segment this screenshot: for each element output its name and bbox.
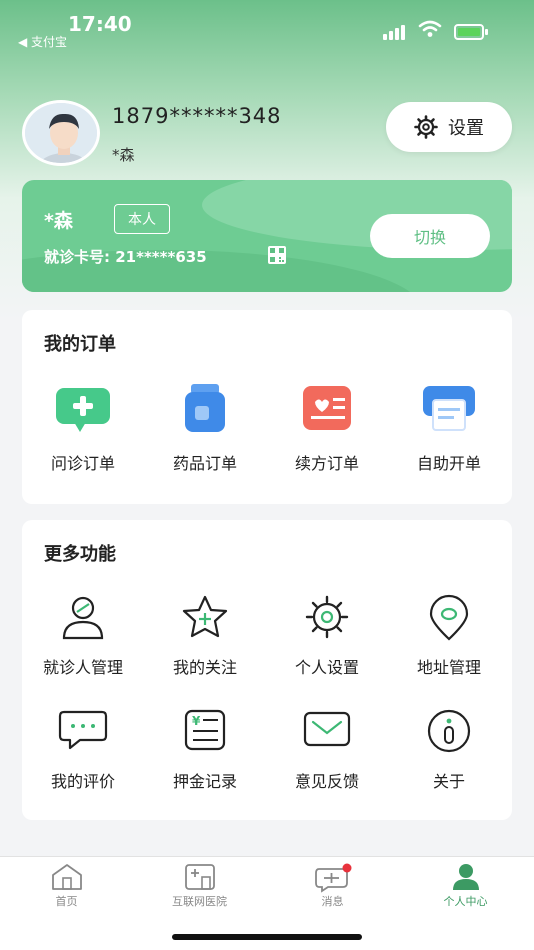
settings-label: 设置 <box>448 118 484 139</box>
avatar[interactable] <box>22 100 100 166</box>
function-label: 地址管理 <box>416 658 481 677</box>
self-tag: 本人 <box>114 204 170 234</box>
tab-label: 互联网医院 <box>172 895 227 908</box>
order-label: 问诊订单 <box>50 454 115 473</box>
function-item-personal-settings[interactable]: 个人设置 <box>266 590 388 690</box>
function-item-address[interactable]: 地址管理 <box>388 590 510 690</box>
wifi-icon <box>418 20 442 37</box>
order-item-prescription[interactable]: 续方订单 <box>266 380 388 480</box>
star-icon <box>182 595 228 638</box>
function-item-about[interactable]: 关于 <box>388 704 510 804</box>
function-item-feedback[interactable]: 意见反馈 <box>266 704 388 804</box>
order-item-medicine[interactable]: 药品订单 <box>144 380 266 480</box>
tab-label: 首页 <box>55 895 78 908</box>
function-item-patient[interactable]: 就诊人管理 <box>22 590 144 690</box>
back-to-app-link[interactable]: ◀ 支付宝 <box>18 33 67 50</box>
self-order-icon <box>423 386 475 431</box>
order-item-consult[interactable]: 问诊订单 <box>22 380 144 480</box>
home-indicator <box>172 934 362 940</box>
function-item-deposit[interactable]: ¥ 押金记录 <box>144 704 266 804</box>
more-functions-panel: 更多功能 就诊人管理 我的关注 个人设置 地址管理 我的评价 ¥ 押金记录 意见… <box>22 520 512 820</box>
order-item-self[interactable]: 自助开单 <box>388 380 510 480</box>
tab-label: 个人中心 <box>443 895 488 908</box>
orders-panel: 我的订单 问诊订单 药品订单 续方订单 自助开单 <box>22 310 512 504</box>
user-phone: 1879******348 <box>112 104 282 128</box>
more-title: 更多功能 <box>44 544 116 565</box>
consult-order-icon <box>56 388 110 432</box>
status-bar: 17:40 ◀ 支付宝 <box>0 0 534 56</box>
order-label: 药品订单 <box>172 454 237 473</box>
deposit-icon: ¥ <box>184 709 226 751</box>
switch-patient-button[interactable]: 切换 <box>370 214 490 258</box>
function-item-review[interactable]: 我的评价 <box>22 704 144 804</box>
info-icon <box>427 709 471 753</box>
home-icon <box>51 864 82 890</box>
tab-hospital[interactable]: 互联网医院 <box>133 857 266 917</box>
battery-icon <box>454 24 488 40</box>
function-item-follow[interactable]: 我的关注 <box>144 590 266 690</box>
patient-name: *森 <box>44 210 73 232</box>
function-label: 关于 <box>432 772 465 791</box>
qr-code-icon[interactable] <box>268 246 286 264</box>
tab-home[interactable]: 首页 <box>0 857 133 917</box>
function-label: 意见反馈 <box>294 772 359 791</box>
medicine-order-icon <box>185 384 225 432</box>
patient-icon <box>62 596 104 640</box>
card-number: 就诊卡号: 21*****635 <box>44 248 207 266</box>
svg-text:¥: ¥ <box>192 714 201 728</box>
function-label: 个人设置 <box>294 658 359 677</box>
order-label: 自助开单 <box>416 454 481 473</box>
mail-icon <box>303 711 351 747</box>
message-icon <box>314 863 351 893</box>
signal-icon <box>383 24 411 40</box>
gear-icon <box>414 115 438 139</box>
user-nickname: *森 <box>112 146 135 164</box>
settings-button[interactable]: 设置 <box>386 102 512 152</box>
function-label: 我的评价 <box>50 772 115 791</box>
function-label: 押金记录 <box>172 772 237 791</box>
location-icon <box>429 594 469 641</box>
prescription-order-icon <box>303 386 351 430</box>
gear-icon <box>305 595 349 639</box>
function-label: 就诊人管理 <box>42 658 123 677</box>
hospital-icon <box>184 864 215 890</box>
patient-card: *森 本人 就诊卡号: 21*****635 切换 <box>22 180 512 292</box>
function-label: 我的关注 <box>172 658 237 677</box>
tab-messages[interactable]: 消息 <box>266 857 399 917</box>
orders-title: 我的订单 <box>44 334 116 355</box>
order-label: 续方订单 <box>294 454 359 473</box>
tab-profile[interactable]: 个人中心 <box>399 857 532 917</box>
user-icon <box>452 864 479 890</box>
tab-label: 消息 <box>321 895 344 908</box>
comment-icon <box>58 710 108 750</box>
status-time: 17:40 <box>68 12 132 36</box>
